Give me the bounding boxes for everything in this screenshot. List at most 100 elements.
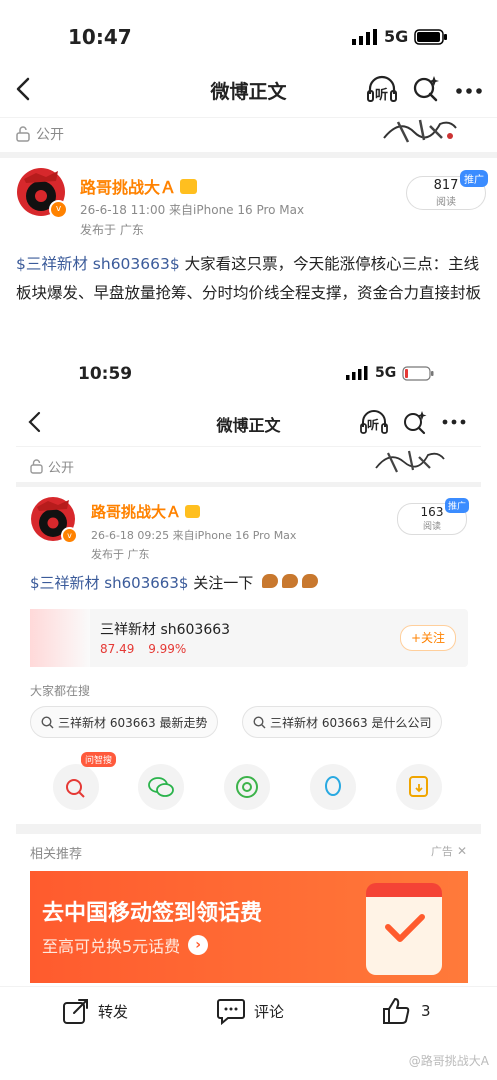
like-button[interactable]: 3	[381, 996, 431, 1026]
embedded-avatar[interactable]: v	[30, 496, 78, 544]
ad-banner[interactable]: 去中国移动签到领话费 至高可兑换5元话费 ›	[30, 871, 468, 983]
verified-badge: v	[61, 527, 78, 544]
reads-label: 阅读	[436, 197, 456, 208]
battery-icon	[402, 365, 434, 381]
wechat-share-button[interactable]	[138, 764, 184, 810]
listen-label: 听	[375, 88, 389, 103]
wechat-icon	[148, 777, 174, 797]
embedded-status-time: 10:59	[78, 364, 133, 384]
author-row: 路哥挑战大Ａ	[80, 174, 198, 198]
forward-label: 转发	[98, 1002, 129, 1021]
crown-icon	[185, 505, 201, 518]
signal-icon	[346, 366, 368, 380]
embedded-post-body: $三祥新材 sh603663$ 关注一下	[30, 572, 319, 593]
search-chip-label: 三祥新材 603663 是什么公司	[270, 715, 432, 730]
visibility-label: 公开	[36, 127, 64, 143]
post-body: $三祥新材 sh603663$ 大家看这只票，今天能涨停核心三点：主线板块爆发、…	[16, 250, 481, 308]
listen-button[interactable]: 听	[366, 74, 398, 104]
status-icons: 5G	[352, 27, 448, 46]
moments-icon	[236, 776, 258, 798]
ad-label: 广告	[430, 845, 453, 858]
drumstick-emoji-icon	[282, 574, 299, 588]
search-chip-label: 三祥新材 603663 最新走势	[58, 715, 208, 730]
like-count: 3	[421, 1002, 431, 1020]
watermark: @路哥挑战大A	[408, 1054, 489, 1068]
divider	[0, 986, 497, 987]
embedded-listen-label: 听	[367, 418, 380, 432]
stock-price: 87.49	[100, 642, 135, 656]
thumbs-up-icon	[383, 998, 410, 1024]
battery-icon	[414, 28, 448, 45]
search-chip[interactable]: 三祥新材 603663 是什么公司	[242, 706, 443, 738]
calligraphy-decoration	[380, 114, 460, 146]
embedded-screenshot[interactable]: 10:59 5G 微博正文 听 公开 v 路哥挑战大Ａ 26-6-18 09:2…	[16, 346, 481, 986]
stock-card[interactable]: 三祥新材 sh603663 87.49 9.99% +关注	[30, 609, 468, 667]
more-dots-icon	[456, 88, 482, 94]
ai-search-icon	[66, 779, 85, 798]
embedded-promo-badge[interactable]: 推广	[444, 498, 469, 513]
promo-badge[interactable]: 推广	[460, 170, 488, 187]
author-name[interactable]: 路哥挑战大Ａ	[80, 174, 176, 198]
comment-bubble-icon	[217, 999, 245, 1025]
avatar[interactable]: v	[16, 167, 68, 219]
search-icon	[41, 715, 54, 728]
embedded-meta: 26-6-18 09:25 来自iPhone 16 Pro Max	[91, 529, 297, 542]
ai-search-button[interactable]	[412, 74, 440, 102]
unlock-icon	[16, 126, 30, 142]
unlock-icon	[30, 459, 43, 474]
section-gap	[16, 824, 481, 834]
ad-banner-sub-row: 至高可兑换5元话费 ›	[42, 933, 209, 957]
drumstick-emoji-icon	[262, 574, 279, 588]
more-button[interactable]	[455, 82, 483, 94]
embedded-reads-counter: 163 阅读 推广	[397, 498, 469, 535]
ad-banner-title: 去中国移动签到领话费	[42, 901, 263, 926]
forward-button[interactable]: 转发	[62, 997, 128, 1025]
more-dots-icon	[442, 419, 466, 425]
save-image-button[interactable]	[396, 764, 442, 810]
calendar-check-icon	[366, 883, 442, 975]
embedded-status-icons: 5G	[346, 365, 434, 381]
qq-share-button[interactable]	[310, 764, 356, 810]
moments-share-button[interactable]	[224, 764, 270, 810]
comment-label: 评论	[254, 1002, 285, 1021]
embedded-author-row: 路哥挑战大Ａ	[91, 501, 201, 522]
stock-topic-link[interactable]: $三祥新材 sh603663$	[16, 255, 180, 273]
embedded-visibility-label: 公开	[48, 461, 75, 476]
stock-card-thumb	[30, 609, 90, 667]
embedded-reads-label: 阅读	[422, 522, 441, 532]
stock-change: 9.99%	[148, 642, 187, 656]
ai-search-icon	[413, 76, 439, 102]
embedded-network: 5G	[375, 365, 397, 381]
section-gap	[0, 152, 497, 158]
post-meta: 26-6-18 11:00 来自iPhone 16 Pro Max	[80, 203, 305, 217]
stock-quote: 87.49 9.99%	[100, 642, 186, 656]
ai-badge: 问智搜	[81, 752, 117, 767]
search-section-title: 大家都在搜	[30, 684, 91, 698]
qq-icon	[325, 776, 341, 796]
share-forward-icon	[63, 999, 88, 1024]
stock-name: 三祥新材 sh603663	[100, 622, 231, 638]
close-icon[interactable]: ✕	[457, 844, 467, 858]
search-icon	[253, 715, 266, 728]
ad-banner-sub: 至高可兑换5元话费	[42, 937, 181, 956]
arrow-right-icon: ›	[188, 935, 209, 955]
network-label: 5G	[384, 27, 409, 46]
embedded-author-name[interactable]: 路哥挑战大Ａ	[91, 501, 181, 522]
ai-search-icon	[404, 411, 427, 435]
reads-counter: 817 阅读 推广	[406, 170, 488, 210]
status-time: 10:47	[68, 25, 132, 49]
search-chip[interactable]: 三祥新材 603663 最新走势	[30, 706, 219, 738]
image-download-icon	[409, 776, 428, 797]
crown-icon	[180, 178, 198, 194]
related-title: 相关推荐	[30, 847, 83, 862]
drumstick-emoji-icon	[302, 574, 319, 588]
comment-button[interactable]: 评论	[216, 997, 284, 1025]
embedded-visibility-row: 公开	[30, 457, 74, 476]
embedded-location: 发布于 广东	[91, 548, 150, 561]
ai-search-share-button[interactable]: 问智搜	[53, 752, 117, 810]
ad-label-row[interactable]: 广告 ✕	[431, 843, 467, 859]
follow-button[interactable]: +关注	[400, 625, 456, 651]
embedded-stock-topic-link[interactable]: $三祥新材 sh603663$	[30, 574, 188, 592]
post-location: 发布于 广东	[80, 223, 144, 237]
embedded-post-text: 关注一下	[188, 574, 254, 592]
